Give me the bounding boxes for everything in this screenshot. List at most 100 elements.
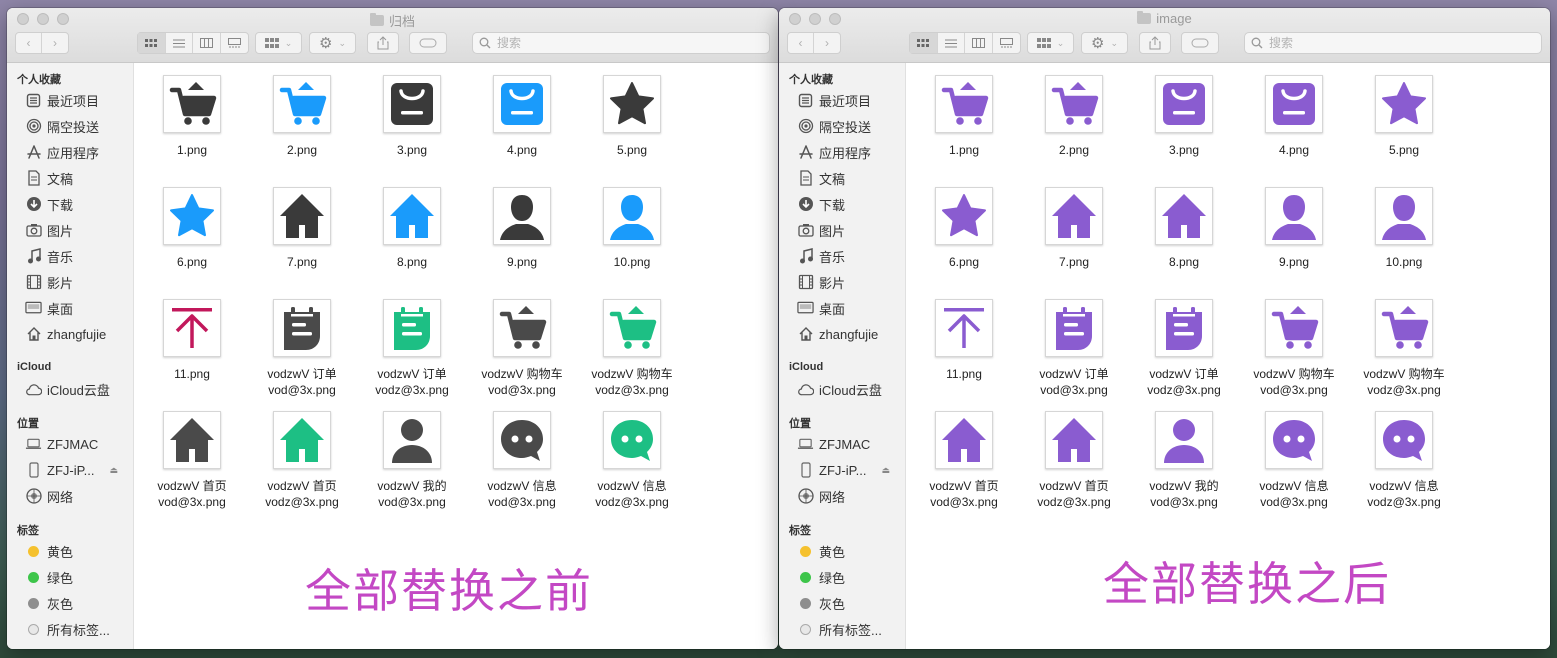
file-item[interactable]: vodzwV 信息 vodz@3x.png bbox=[577, 411, 687, 510]
file-item[interactable]: vodzwV 订单 vod@3x.png bbox=[247, 299, 357, 398]
share-button[interactable] bbox=[367, 32, 399, 54]
sidebar-item-desktop[interactable]: 桌面 bbox=[797, 298, 845, 318]
tags-button[interactable] bbox=[409, 32, 447, 54]
sidebar-item-computer[interactable]: ZFJMAC bbox=[797, 434, 870, 454]
action-button[interactable]: ⚙ ⌄ bbox=[309, 32, 356, 54]
file-item[interactable]: 11.png bbox=[137, 299, 247, 382]
share-button[interactable] bbox=[1139, 32, 1171, 54]
sidebar-item-home[interactable]: zhangfujie bbox=[797, 324, 878, 344]
group-button[interactable]: ⌄ bbox=[1027, 32, 1074, 54]
column-view-icon[interactable] bbox=[965, 33, 993, 53]
file-item[interactable]: 5.png bbox=[577, 75, 687, 158]
column-view-icon[interactable] bbox=[193, 33, 221, 53]
sidebar-item-applications[interactable]: 应用程序 bbox=[797, 142, 871, 162]
icon-view-icon[interactable] bbox=[138, 33, 166, 53]
sidebar-item-desktop[interactable]: 桌面 bbox=[25, 298, 73, 318]
file-item[interactable]: 11.png bbox=[909, 299, 1019, 382]
file-item[interactable]: 6.png bbox=[137, 187, 247, 270]
eject-icon[interactable]: ⏏ bbox=[881, 465, 890, 476]
file-item[interactable]: vodzwV 信息 vod@3x.png bbox=[1239, 411, 1349, 510]
file-item[interactable]: vodzwV 信息 vod@3x.png bbox=[467, 411, 577, 510]
file-item[interactable]: vodzwV 购物车 vodz@3x.png bbox=[577, 299, 687, 398]
file-item[interactable]: vodzwV 购物车 vod@3x.png bbox=[467, 299, 577, 398]
sidebar-item-film[interactable]: 影片 bbox=[25, 272, 73, 292]
sidebar-item-music[interactable]: 音乐 bbox=[25, 246, 73, 266]
file-item[interactable]: vodzwV 购物车 vodz@3x.png bbox=[1349, 299, 1459, 398]
view-mode-buttons[interactable] bbox=[137, 32, 249, 54]
tags-button[interactable] bbox=[1181, 32, 1219, 54]
sidebar-item-tag[interactable]: 灰色 bbox=[797, 593, 845, 613]
sidebar-item-applications[interactable]: 应用程序 bbox=[25, 142, 99, 162]
icon-view-icon[interactable] bbox=[910, 33, 938, 53]
search-input[interactable] bbox=[497, 36, 737, 50]
sidebar-item-phone[interactable]: ZFJ-iP... ⏏ bbox=[25, 460, 118, 480]
file-item[interactable]: 2.png bbox=[247, 75, 357, 158]
sidebar-item-tag[interactable]: 灰色 bbox=[25, 593, 73, 613]
sidebar-item-airdrop[interactable]: 隔空投送 bbox=[797, 116, 871, 136]
search-input[interactable] bbox=[1269, 36, 1509, 50]
sidebar-item-tag[interactable]: 所有标签... bbox=[797, 619, 882, 639]
sidebar-item-camera[interactable]: 图片 bbox=[25, 220, 73, 240]
back-forward-buttons[interactable]: ‹ › bbox=[15, 32, 69, 54]
file-item[interactable]: 10.png bbox=[1349, 187, 1459, 270]
sidebar-item-music[interactable]: 音乐 bbox=[797, 246, 845, 266]
sidebar-item-recents[interactable]: 最近项目 bbox=[25, 90, 99, 110]
sidebar-item-airdrop[interactable]: 隔空投送 bbox=[25, 116, 99, 136]
back-button[interactable]: ‹ bbox=[788, 33, 815, 53]
sidebar-item-documents[interactable]: 文稿 bbox=[25, 168, 73, 188]
sidebar-item-documents[interactable]: 文稿 bbox=[797, 168, 845, 188]
sidebar-item-network[interactable]: 网络 bbox=[797, 486, 845, 506]
forward-button[interactable]: › bbox=[814, 33, 840, 53]
search-field[interactable] bbox=[472, 32, 770, 54]
sidebar-item-downloads[interactable]: 下载 bbox=[25, 194, 73, 214]
back-forward-buttons[interactable]: ‹ › bbox=[787, 32, 841, 54]
gallery-view-icon[interactable] bbox=[993, 33, 1020, 53]
file-item[interactable]: vodzwV 我的 vod@3x.png bbox=[357, 411, 467, 510]
group-button[interactable]: ⌄ bbox=[255, 32, 302, 54]
sidebar-item-phone[interactable]: ZFJ-iP... ⏏ bbox=[797, 460, 890, 480]
file-item[interactable]: vodzwV 订单 vodz@3x.png bbox=[357, 299, 467, 398]
sidebar-item-tag[interactable]: 绿色 bbox=[25, 567, 73, 587]
sidebar-item-tag[interactable]: 黄色 bbox=[797, 541, 845, 561]
file-item[interactable]: vodzwV 我的 vod@3x.png bbox=[1129, 411, 1239, 510]
file-item[interactable]: 9.png bbox=[1239, 187, 1349, 270]
sidebar-item-camera[interactable]: 图片 bbox=[797, 220, 845, 240]
file-item[interactable]: vodzwV 首页 vodz@3x.png bbox=[1019, 411, 1129, 510]
sidebar-item-home[interactable]: zhangfujie bbox=[25, 324, 106, 344]
sidebar-item-computer[interactable]: ZFJMAC bbox=[25, 434, 98, 454]
file-item[interactable]: 2.png bbox=[1019, 75, 1129, 158]
file-item[interactable]: 5.png bbox=[1349, 75, 1459, 158]
file-item[interactable]: vodzwV 首页 vod@3x.png bbox=[909, 411, 1019, 510]
file-item[interactable]: 1.png bbox=[137, 75, 247, 158]
view-mode-buttons[interactable] bbox=[909, 32, 1021, 54]
file-item[interactable]: 7.png bbox=[247, 187, 357, 270]
file-item[interactable]: 3.png bbox=[357, 75, 467, 158]
list-view-icon[interactable] bbox=[166, 33, 193, 53]
file-item[interactable]: 4.png bbox=[467, 75, 577, 158]
file-item[interactable]: 10.png bbox=[577, 187, 687, 270]
list-view-icon[interactable] bbox=[938, 33, 965, 53]
forward-button[interactable]: › bbox=[42, 33, 68, 53]
file-item[interactable]: vodzwV 信息 vodz@3x.png bbox=[1349, 411, 1459, 510]
file-item[interactable]: 3.png bbox=[1129, 75, 1239, 158]
sidebar-item-icloud-drive[interactable]: iCloud云盘 bbox=[797, 379, 882, 399]
file-item[interactable]: 9.png bbox=[467, 187, 577, 270]
sidebar-item-tag[interactable]: 所有标签... bbox=[25, 619, 110, 639]
file-item[interactable]: vodzwV 订单 vodz@3x.png bbox=[1129, 299, 1239, 398]
file-item[interactable]: vodzwV 购物车 vod@3x.png bbox=[1239, 299, 1349, 398]
sidebar-item-icloud-drive[interactable]: iCloud云盘 bbox=[25, 379, 110, 399]
search-field[interactable] bbox=[1244, 32, 1542, 54]
eject-icon[interactable]: ⏏ bbox=[109, 465, 118, 476]
file-item[interactable]: 7.png bbox=[1019, 187, 1129, 270]
sidebar-item-network[interactable]: 网络 bbox=[25, 486, 73, 506]
file-item[interactable]: vodzwV 订单 vod@3x.png bbox=[1019, 299, 1129, 398]
action-button[interactable]: ⚙ ⌄ bbox=[1081, 32, 1128, 54]
file-item[interactable]: 6.png bbox=[909, 187, 1019, 270]
file-item[interactable]: vodzwV 首页 vod@3x.png bbox=[137, 411, 247, 510]
file-item[interactable]: vodzwV 首页 vodz@3x.png bbox=[247, 411, 357, 510]
sidebar-item-recents[interactable]: 最近项目 bbox=[797, 90, 871, 110]
sidebar-item-downloads[interactable]: 下载 bbox=[797, 194, 845, 214]
back-button[interactable]: ‹ bbox=[16, 33, 43, 53]
sidebar-item-tag[interactable]: 绿色 bbox=[797, 567, 845, 587]
finder-window-archive[interactable]: 归档 ‹ › ⌄ ⚙⌄ 个人收藏最近项目隔空投送应用程序文稿下载图片音乐影片桌面… bbox=[7, 8, 778, 649]
